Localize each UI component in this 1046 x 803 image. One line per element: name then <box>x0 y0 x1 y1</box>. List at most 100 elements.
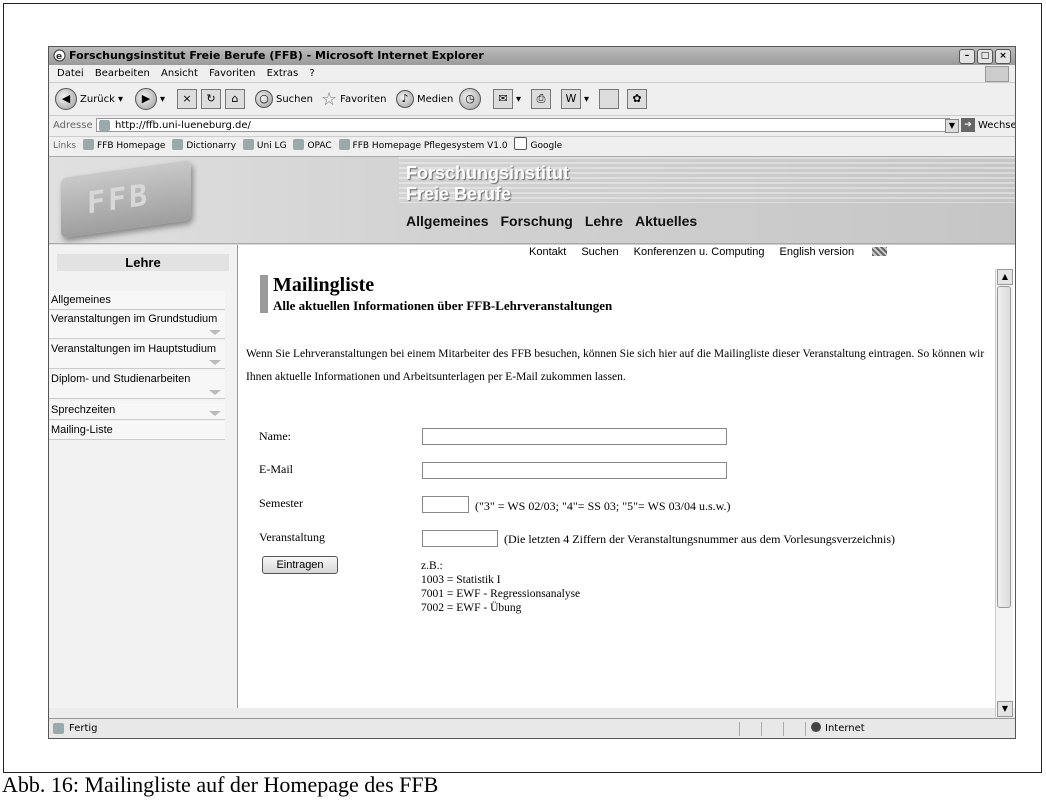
vertical-scrollbar[interactable]: ▲ ▼ <box>995 269 1013 717</box>
intro-text: Wenn Sie Lehrveranstaltungen bei einem M… <box>246 348 985 383</box>
media-button[interactable]: ♪ Medien <box>396 88 453 110</box>
site-banner: FFB Forschungsinstitut Freie Berufe Allg… <box>49 157 1015 245</box>
page-icon <box>99 120 110 131</box>
menu-ansicht[interactable]: Ansicht <box>161 68 198 79</box>
nav-forschung[interactable]: Forschung <box>500 213 572 229</box>
forward-dropdown-icon[interactable]: ▾ <box>160 94 165 105</box>
menu-bearbeiten[interactable]: Bearbeiten <box>95 68 150 79</box>
scroll-thumb[interactable] <box>997 286 1011 608</box>
page-icon <box>338 139 350 150</box>
search-button[interactable]: ○ Suchen <box>255 88 313 110</box>
email-field[interactable] <box>422 462 727 479</box>
menu-help[interactable]: ? <box>309 68 314 79</box>
close-button[interactable]: × <box>995 49 1011 64</box>
sidebar-item-sprechzeiten[interactable]: Sprechzeiten <box>49 401 225 420</box>
google-icon <box>514 137 528 150</box>
links-label: Links <box>53 141 77 151</box>
word-icon: W <box>561 89 581 109</box>
edit-button[interactable]: W ▾ <box>561 88 589 110</box>
chevron-down-icon <box>209 330 221 335</box>
mail-dropdown-icon[interactable]: ▾ <box>516 94 521 105</box>
maximize-button[interactable]: □ <box>977 49 993 64</box>
menu-datei[interactable]: Datei <box>57 68 84 79</box>
page-subtitle: Alle aktuellen Informationen über FFB-Le… <box>273 298 613 313</box>
sidebar-item-hauptstudium[interactable]: Veranstaltungen im Hauptstudium <box>49 341 225 369</box>
messenger-icon: ✿ <box>627 89 647 109</box>
site-title: Forschungsinstitut Freie Berufe <box>406 163 569 204</box>
nav-lehre[interactable]: Lehre <box>585 213 623 229</box>
ffb-logo[interactable]: FFB <box>61 159 191 239</box>
sidebar-item-allgemeines[interactable]: Allgemeines <box>49 291 225 310</box>
link-uni-lg[interactable]: Uni LG <box>242 137 287 156</box>
toolbar: ◀ Zurück ▾ ▶ ▾ × ↻ ⌂ ○ Suchen ☆ Favoriten … <box>49 83 1015 116</box>
discuss-button[interactable] <box>599 88 619 110</box>
page-icon <box>293 139 305 150</box>
back-label: Zurück <box>80 93 115 105</box>
sidebar-heading: Lehre <box>57 254 229 271</box>
link-opac[interactable]: OPAC <box>293 137 332 156</box>
search-label: Suchen <box>276 93 314 105</box>
email-label: E-Mail <box>259 462 293 476</box>
sidebar-item-grundstudium[interactable]: Veranstaltungen im Grundstudium <box>49 311 225 339</box>
home-button[interactable]: ⌂ <box>225 88 245 110</box>
heading-accent <box>260 275 268 313</box>
edit-dropdown-icon[interactable]: ▾ <box>584 94 589 105</box>
menu-extras[interactable]: Extras <box>267 68 299 79</box>
semester-field[interactable] <box>422 496 469 513</box>
back-button[interactable]: ◀ Zurück ▾ <box>55 88 123 110</box>
sub-nav: Kontakt Suchen Konferenzen u. Computing … <box>529 246 917 258</box>
page-icon <box>83 139 94 150</box>
menu-bar: Datei Bearbeiten Ansicht Favoriten Extra… <box>49 65 1015 83</box>
nav-kontakt[interactable]: Kontakt <box>529 246 566 258</box>
refresh-button[interactable]: ↻ <box>201 88 221 110</box>
stop-button[interactable]: × <box>177 88 197 110</box>
course-label: Veranstaltung <box>259 530 325 544</box>
main-nav: Allgemeines Forschung Lehre Aktuelles <box>406 213 709 229</box>
nav-konferenzen[interactable]: Konferenzen u. Computing <box>634 246 765 258</box>
security-zone: Internet <box>811 719 865 738</box>
go-arrow-icon[interactable]: ➔ <box>961 118 975 132</box>
page-icon <box>172 139 184 150</box>
forward-button[interactable]: ▶ ▾ <box>135 88 165 110</box>
link-ffb-pflegesystem[interactable]: FFB Homepage Pflegesystem V1.0 <box>338 137 508 156</box>
link-google[interactable]: Google <box>514 137 562 156</box>
minimize-button[interactable]: – <box>959 49 975 64</box>
uk-flag-icon <box>872 247 888 256</box>
nav-suchen[interactable]: Suchen <box>581 246 618 258</box>
link-dictionarry[interactable]: Dictionarry <box>172 137 236 156</box>
messenger-button[interactable]: ✿ <box>627 88 647 110</box>
window-title: Forschungsinstitut Freie Berufe (FFB) - … <box>69 49 484 62</box>
back-dropdown-icon[interactable]: ▾ <box>118 94 123 105</box>
media-icon: ♪ <box>396 90 414 108</box>
sidebar-item-mailing-liste[interactable]: Mailing-Liste <box>49 421 225 440</box>
links-bar: Links FFB Homepage Dictionarry Uni LG OP… <box>49 137 1015 157</box>
favorites-button[interactable]: ☆ Favoriten <box>321 88 386 110</box>
print-button[interactable]: ⎙ <box>531 88 551 110</box>
favorites-label: Favoriten <box>340 93 387 105</box>
nav-allgemeines[interactable]: Allgemeines <box>406 213 488 229</box>
menu-favoriten[interactable]: Favoriten <box>209 68 255 79</box>
mail-button[interactable]: ✉ ▾ <box>493 88 521 110</box>
chevron-down-icon <box>209 411 221 416</box>
name-label: Name: <box>259 429 291 443</box>
figure-caption: Abb. 16: Mailingliste auf der Homepage d… <box>2 772 439 797</box>
chevron-down-icon <box>209 390 221 395</box>
forward-arrow-icon: ▶ <box>135 88 157 110</box>
scroll-up-icon[interactable]: ▲ <box>997 269 1013 285</box>
page-title: Mailingliste <box>273 274 375 296</box>
page-icon <box>242 139 254 150</box>
history-button[interactable]: ◷ <box>459 88 481 110</box>
sidebar-item-diplomarbeiten[interactable]: Diplom- und Studienarbeiten <box>49 371 225 399</box>
name-field[interactable] <box>422 428 727 445</box>
address-input[interactable]: http://ffb.uni-lueneburg.de/ <box>96 118 950 132</box>
scroll-down-icon[interactable]: ▼ <box>997 701 1013 717</box>
address-dropdown-icon[interactable]: ▼ <box>945 119 959 133</box>
link-ffb-homepage[interactable]: FFB Homepage <box>83 137 165 156</box>
status-bar: Fertig Internet <box>49 718 1015 738</box>
mail-icon: ✉ <box>493 89 513 109</box>
submit-button[interactable]: Eintragen <box>262 556 338 574</box>
course-field[interactable] <box>422 530 498 547</box>
nav-english-version[interactable]: English version <box>780 246 903 258</box>
home-icon: ⌂ <box>225 89 245 109</box>
nav-aktuelles[interactable]: Aktuelles <box>635 213 697 229</box>
